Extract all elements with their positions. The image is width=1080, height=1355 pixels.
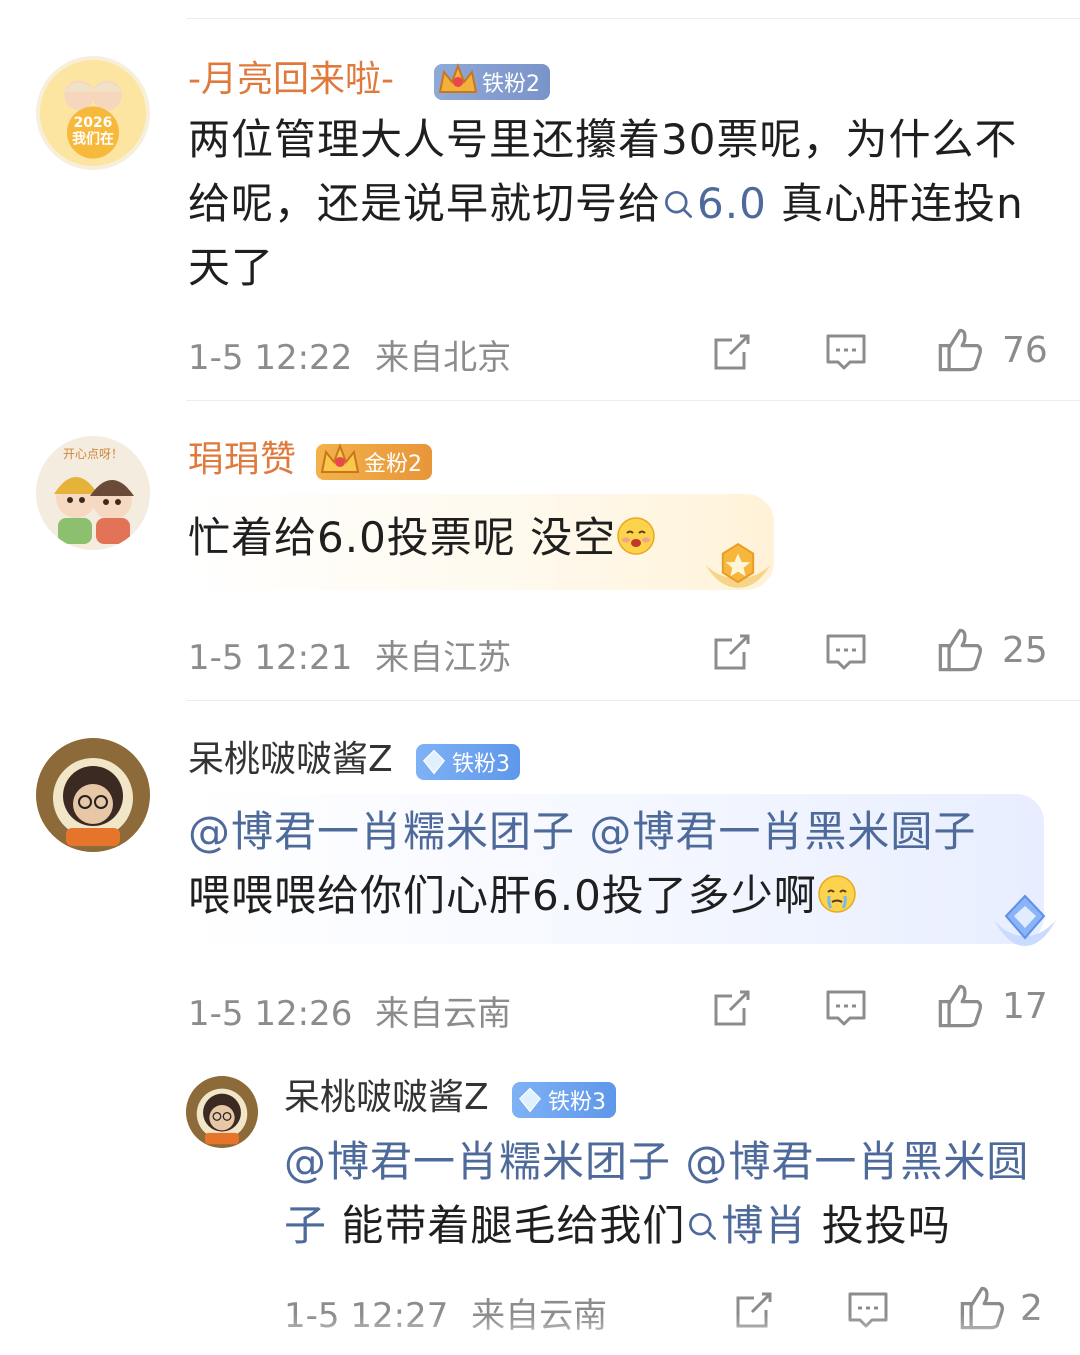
username[interactable]: 呆桃啵啵酱Z [188, 738, 393, 782]
topic-label: 6.0 [697, 179, 767, 228]
avatar-image [186, 1076, 258, 1148]
comment-icon[interactable] [824, 630, 868, 674]
mention-link[interactable]: @博君一肖糯米团子 [284, 1137, 671, 1186]
like-icon[interactable] [936, 326, 984, 374]
diamond-icon [518, 1087, 542, 1113]
crying-emoji-icon [818, 875, 856, 913]
avatar-caption: 开心点呀！ [63, 447, 123, 461]
crown-icon [320, 443, 360, 473]
username[interactable]: 呆桃啵啵酱Z [284, 1076, 489, 1120]
divider [186, 700, 1080, 701]
badge-label: 铁粉3 [452, 752, 510, 777]
like-count: 17 [1002, 986, 1048, 1027]
mention-link[interactable]: 子 [284, 1201, 327, 1250]
divider [186, 18, 1080, 19]
search-icon [689, 1212, 717, 1240]
blush-emoji-icon [617, 517, 655, 555]
avatar[interactable] [36, 738, 150, 852]
share-icon[interactable] [710, 986, 754, 1030]
comment-text-part: 能带着腿毛给我们 [327, 1201, 686, 1250]
mention-link[interactable]: @博君一肖黑米圆 [685, 1137, 1029, 1186]
mention-link[interactable]: @博君一肖黑米圆子 [589, 807, 976, 856]
svg-text:我们在: 我们在 [72, 131, 114, 148]
comment-meta: 1-5 12:22 来自北京 [188, 330, 511, 379]
comment-text: 两位管理大人号里还攥着30票呢，为什么不给呢，还是说早就切号给 6.0 真心肝连投… [188, 108, 1058, 300]
share-icon[interactable] [710, 330, 754, 374]
avatar[interactable] [186, 1076, 258, 1148]
svg-text:2026: 2026 [74, 115, 113, 131]
avatar[interactable]: 开心点呀！ [36, 436, 150, 550]
like-icon[interactable] [936, 982, 984, 1030]
mention-link[interactable]: @博君一肖糯米团子 [188, 807, 575, 856]
comment-time: 1-5 12:22 [188, 338, 353, 378]
comment-text: 忙着给6.0投票呢 没空 [188, 506, 656, 570]
comment-meta: 1-5 12:26 来自云南 [188, 986, 511, 1035]
comment-time: 1-5 12:26 [188, 994, 353, 1034]
badge-label: 铁粉2 [482, 72, 540, 97]
avatar-image: 开心点呀！ [36, 436, 150, 550]
comment-text: @博君一肖糯米团子 @博君一肖黑米圆子 能带着腿毛给我们 博肖 投投吗 [284, 1130, 1074, 1258]
like-icon[interactable] [936, 626, 984, 674]
avatar-image [36, 738, 150, 852]
fan-badge[interactable]: 铁粉3 [416, 744, 520, 780]
badge-label: 金粉2 [364, 452, 422, 477]
comment-icon[interactable] [824, 986, 868, 1030]
comment-location: 来自北京 [375, 338, 512, 378]
fan-badge[interactable]: 铁粉3 [512, 1082, 616, 1118]
share-icon[interactable] [710, 630, 754, 674]
diamond-icon [422, 749, 446, 775]
fan-badge[interactable]: 金粉2 [316, 443, 432, 480]
bottom-fade [0, 1315, 1080, 1355]
like-count: 76 [1002, 330, 1048, 371]
topic-label: 博肖 [721, 1201, 808, 1250]
avatar-image: 2026 我们在 [40, 60, 146, 166]
search-icon [665, 190, 693, 218]
divider [186, 400, 1080, 401]
topic-link[interactable]: 6.0 [661, 179, 767, 228]
like-count: 25 [1002, 630, 1048, 671]
fan-badge[interactable]: 铁粉2 [434, 63, 550, 100]
comment-location: 来自云南 [375, 994, 512, 1034]
comment-location: 来自江苏 [375, 638, 512, 678]
medal-icon [705, 542, 771, 588]
comment-text: @博君一肖糯米团子 @博君一肖黑米圆子 喂喂喂给你们心肝6.0投了多少啊 [188, 800, 1018, 928]
username[interactable]: 琄琄赞 [188, 438, 296, 482]
avatar[interactable]: 2026 我们在 [36, 56, 150, 170]
crown-icon [438, 63, 478, 93]
badge-label: 铁粉3 [548, 1090, 606, 1115]
comment-text-part: 忙着给6.0投票呢 没空 [188, 513, 617, 562]
comment-time: 1-5 12:21 [188, 638, 353, 678]
comment-icon[interactable] [824, 330, 868, 374]
comment-text-part: 投投吗 [807, 1201, 951, 1250]
comment-text-part: 喂喂喂给你们心肝6.0投了多少啊 [188, 871, 817, 920]
topic-link[interactable]: 博肖 [685, 1201, 807, 1250]
comment-meta: 1-5 12:21 来自江苏 [188, 630, 511, 679]
username[interactable]: -月亮回来啦- [188, 58, 394, 102]
